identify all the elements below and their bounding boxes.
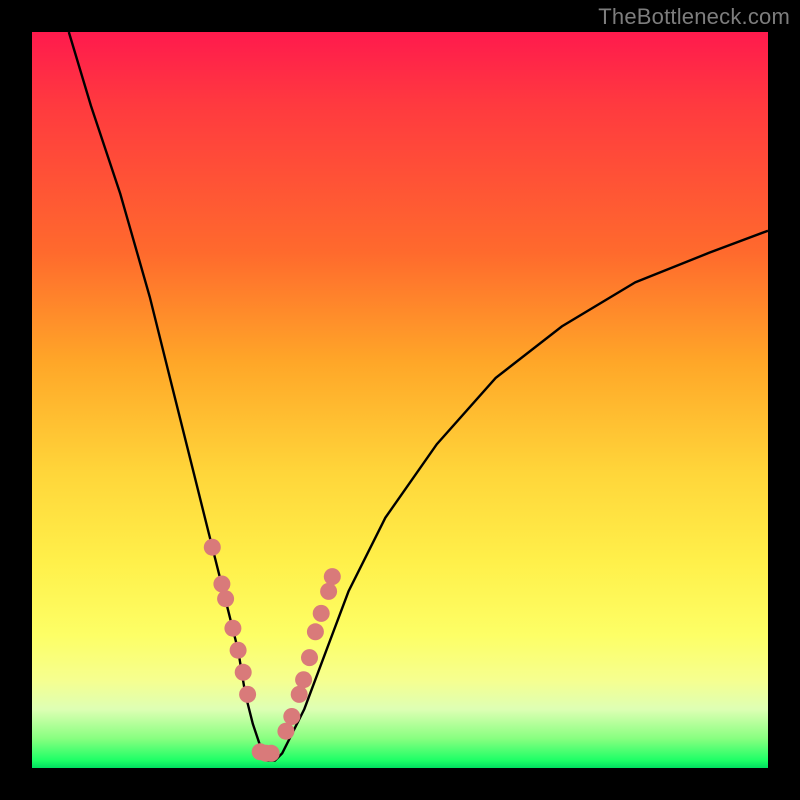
watermark-label: TheBottleneck.com	[598, 4, 790, 30]
marker-dot	[313, 605, 330, 622]
curve-layer	[32, 32, 768, 768]
marker-dot	[283, 708, 300, 725]
marker-dot	[217, 590, 234, 607]
marker-dot	[235, 664, 252, 681]
marker-dot	[239, 686, 256, 703]
bottleneck-curve	[69, 32, 768, 761]
plot-area	[32, 32, 768, 768]
marker-dot	[320, 583, 337, 600]
marker-dot	[263, 745, 280, 762]
marker-dot	[301, 649, 318, 666]
marker-dot	[224, 620, 241, 637]
marker-dot	[213, 576, 230, 593]
marker-dot	[324, 568, 341, 585]
chart-frame: TheBottleneck.com	[0, 0, 800, 800]
highlighted-markers	[204, 539, 341, 762]
marker-dot	[277, 723, 294, 740]
marker-dot	[230, 642, 247, 659]
marker-dot	[295, 671, 312, 688]
marker-dot	[291, 686, 308, 703]
marker-dot	[204, 539, 221, 556]
marker-dot	[307, 623, 324, 640]
